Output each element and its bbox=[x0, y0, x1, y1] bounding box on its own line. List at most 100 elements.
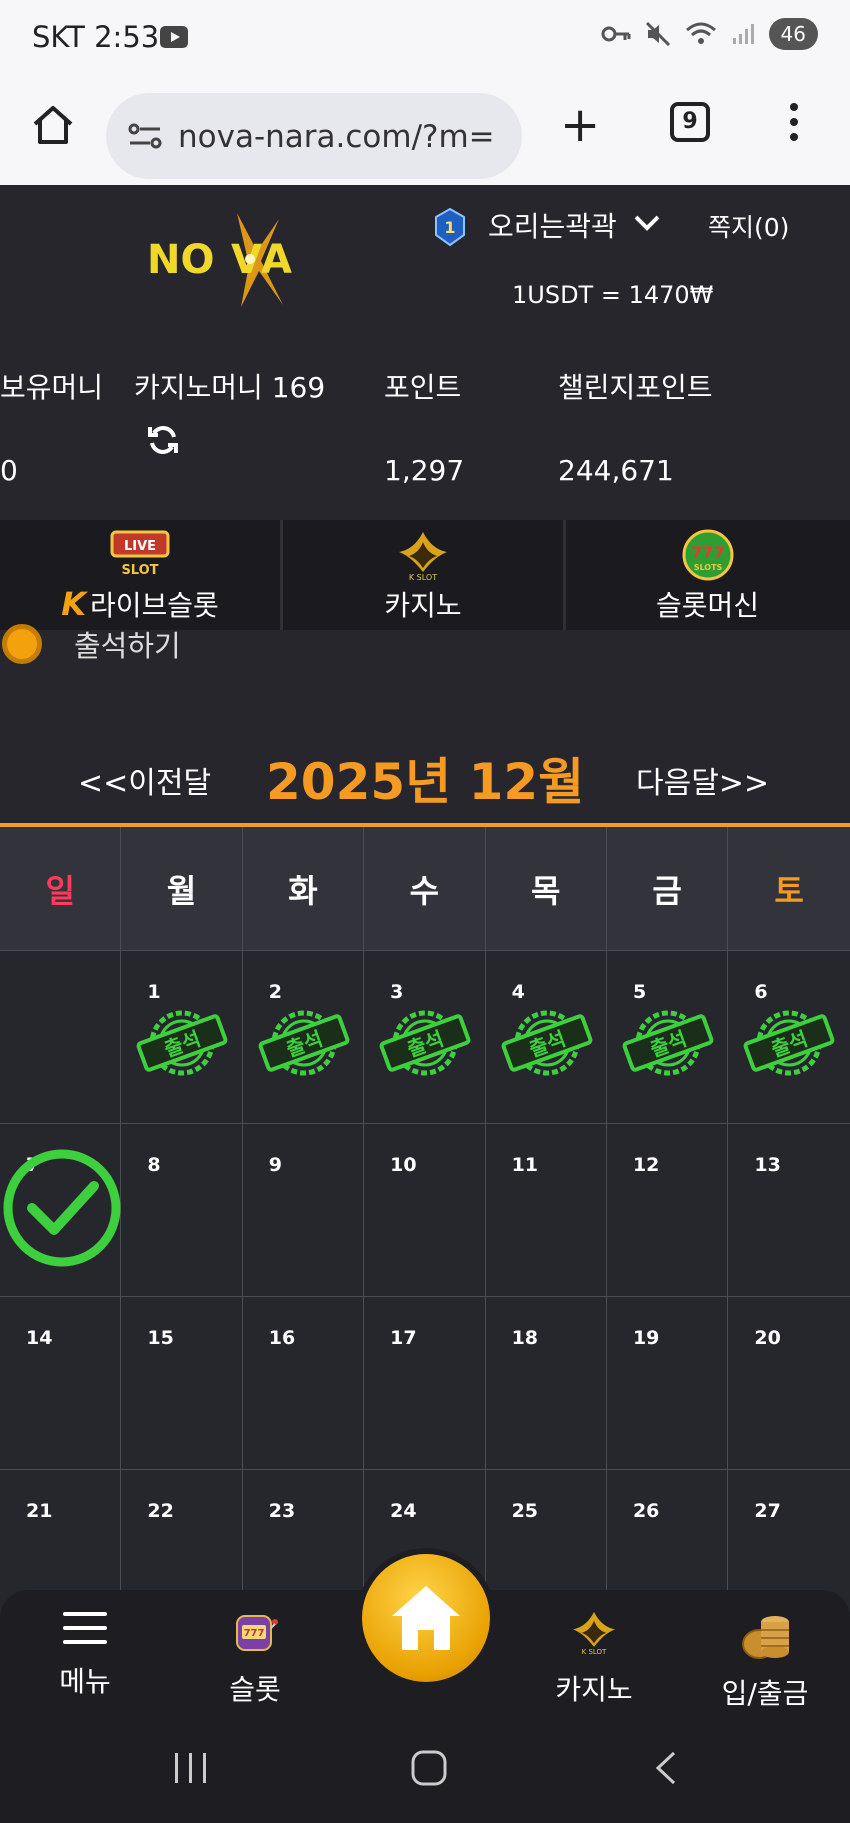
system-navigation-bar bbox=[0, 1715, 850, 1823]
svg-text:K SLOT: K SLOT bbox=[582, 1648, 607, 1656]
nova-logo[interactable]: NO A V bbox=[145, 213, 320, 309]
nav-deposit-withdraw[interactable]: 입/출금 bbox=[695, 1608, 835, 1712]
status-icons: 46 bbox=[601, 18, 818, 50]
calendar-day[interactable]: 5 출석 bbox=[606, 951, 729, 1124]
calendar-week: 7 8 9 10 11 12 13 bbox=[0, 1124, 850, 1297]
hamburger-icon bbox=[63, 1612, 107, 1644]
challenge-point-label: 챌린지포인트 bbox=[558, 371, 713, 404]
tab-slot-machine-label: 슬롯머신 bbox=[655, 589, 760, 622]
month-title: 2025년 12월 bbox=[266, 753, 585, 811]
tab-live-slot[interactable]: LIVE SLOT K 라이브슬롯 bbox=[0, 520, 283, 630]
day-number: 16 bbox=[268, 1327, 296, 1349]
weekday-4: 목 bbox=[485, 827, 607, 951]
day-number: 18 bbox=[511, 1327, 539, 1349]
prev-month-link[interactable]: <<이전달 bbox=[78, 758, 211, 802]
status-time: SKT 2:53 bbox=[32, 20, 160, 54]
back-icon[interactable] bbox=[652, 1749, 680, 1787]
calendar-day[interactable]: 16 bbox=[242, 1297, 365, 1470]
recent-apps-icon[interactable] bbox=[172, 1751, 210, 1785]
battery-indicator: 46 bbox=[768, 18, 818, 50]
svg-text:1: 1 bbox=[444, 218, 455, 237]
calendar-day[interactable]: 20 bbox=[728, 1297, 850, 1470]
calendar-day[interactable]: 10 bbox=[364, 1124, 486, 1297]
check-circle-icon bbox=[3, 1149, 121, 1267]
youtube-icon bbox=[160, 26, 188, 48]
day-number: 24 bbox=[390, 1500, 417, 1522]
calendar-day[interactable]: 1 출석 bbox=[121, 951, 243, 1124]
refresh-icon[interactable] bbox=[146, 423, 180, 457]
coins-icon bbox=[742, 1616, 789, 1659]
slot-machine-icon: 777 bbox=[236, 1615, 278, 1651]
calendar-day[interactable]: 7 bbox=[0, 1124, 122, 1297]
day-number: 12 bbox=[632, 1154, 660, 1176]
svg-text:NO: NO bbox=[147, 237, 214, 283]
attendance-stamp-icon: 출석 bbox=[501, 1010, 592, 1076]
new-tab-icon[interactable]: + bbox=[560, 101, 600, 149]
calendar-day[interactable]: 18 bbox=[485, 1297, 607, 1470]
day-number: 13 bbox=[754, 1154, 781, 1176]
calendar-day[interactable]: 2 출석 bbox=[242, 951, 365, 1124]
weekday-5: 금 bbox=[606, 827, 729, 951]
nav-slot[interactable]: 777 슬롯 bbox=[185, 1608, 325, 1708]
messages-link[interactable]: 쪽지(0) bbox=[708, 208, 789, 244]
home-button[interactable] bbox=[356, 1548, 496, 1688]
calendar-day[interactable]: 14 bbox=[0, 1297, 122, 1470]
calendar-weeks: 1 출석 2 출석 3 출석 4 출석 5 출석 6 출석 7 8 9 10 11 12 13 14 15 16 17 18 1… bbox=[0, 951, 850, 1643]
wifi-icon bbox=[685, 22, 716, 44]
calendar-day[interactable]: 12 bbox=[606, 1124, 729, 1297]
day-number: 14 bbox=[26, 1327, 53, 1349]
calendar-day[interactable]: 19 bbox=[606, 1297, 729, 1470]
777-slots-icon: 777SLOTS bbox=[682, 529, 733, 581]
next-month-link[interactable]: 다음달>> bbox=[636, 758, 769, 802]
day-number: 20 bbox=[754, 1327, 781, 1349]
calendar-day[interactable]: 13 bbox=[728, 1124, 850, 1297]
system-home-icon[interactable] bbox=[410, 1749, 448, 1787]
address-bar[interactable]: nova-nara.com/?m= bbox=[106, 93, 522, 179]
nav-casino[interactable]: K SLOT 카지노 bbox=[524, 1608, 664, 1708]
day-number: 22 bbox=[147, 1500, 174, 1522]
site-settings-icon[interactable] bbox=[128, 121, 162, 151]
calendar-day[interactable]: 4 출석 bbox=[485, 951, 607, 1124]
calendar-day[interactable]: 3 출석 bbox=[364, 951, 486, 1124]
nav-deposit-label: 입/출금 bbox=[721, 1677, 809, 1710]
live-slot-icon: LIVE SLOT bbox=[110, 530, 170, 578]
more-menu-icon[interactable] bbox=[790, 103, 798, 148]
calendar-day[interactable]: 11 bbox=[485, 1124, 607, 1297]
browser-home-icon[interactable] bbox=[30, 102, 76, 148]
tab-casino-label: 카지노 bbox=[384, 589, 462, 622]
balance-panel: 보유머니 0 카지노머니 169 포인트 1,297 챌린지포인트 244,67… bbox=[0, 338, 850, 520]
day-number: 25 bbox=[511, 1500, 539, 1522]
nav-menu[interactable]: 메뉴 bbox=[15, 1608, 155, 1700]
chevron-down-icon[interactable] bbox=[632, 211, 662, 235]
day-number: 17 bbox=[390, 1327, 417, 1349]
nav-menu-label: 메뉴 bbox=[59, 1665, 111, 1698]
calendar-day[interactable]: 8 bbox=[121, 1124, 243, 1297]
weekday-3: 수 bbox=[364, 827, 486, 951]
weekday-1: 월 bbox=[121, 827, 243, 951]
attendance-stamp-icon: 출석 bbox=[622, 1010, 714, 1076]
tab-switcher-button[interactable]: 9 bbox=[670, 102, 710, 142]
weekday-0: 일 bbox=[0, 827, 122, 951]
svg-text:A: A bbox=[261, 237, 292, 283]
point-value: 1,297 bbox=[384, 454, 465, 487]
casino-money-label: 카지노머니 169 bbox=[134, 371, 326, 404]
tab-casino[interactable]: K SLOT 카지노 bbox=[283, 520, 566, 630]
calendar-day[interactable]: 15 bbox=[121, 1297, 243, 1470]
weekday-2: 화 bbox=[242, 827, 365, 951]
url-text[interactable]: nova-nara.com/?m= bbox=[178, 119, 508, 155]
tab-slot-machine[interactable]: 777 SLOTS 슬롯머신 bbox=[566, 520, 849, 630]
signal-icon bbox=[732, 24, 754, 44]
attendance-calendar: 일월화수목금토 1 출석 2 출석 3 출석 4 출석 5 출석 6 출석 7 8 9 10 11 12 13 14 1… bbox=[0, 823, 850, 1643]
nav-slot-label: 슬롯 bbox=[229, 1673, 281, 1706]
calendar-day[interactable]: 17 bbox=[364, 1297, 486, 1470]
calendar-day[interactable]: 9 bbox=[242, 1124, 365, 1297]
username[interactable]: 오리는곽곽 bbox=[488, 205, 617, 245]
day-number: 15 bbox=[147, 1327, 174, 1349]
calendar-day[interactable]: 6 출석 bbox=[728, 951, 850, 1124]
mute-icon bbox=[645, 21, 670, 47]
calendar-day bbox=[0, 951, 122, 1124]
attendance-stamp-icon: 출석 bbox=[136, 1010, 228, 1076]
svg-text:777: 777 bbox=[691, 543, 724, 562]
calendar-week: 1 출석 2 출석 3 출석 4 출석 5 출석 6 출석 bbox=[0, 951, 850, 1124]
k-brand-icon: K bbox=[61, 585, 86, 623]
